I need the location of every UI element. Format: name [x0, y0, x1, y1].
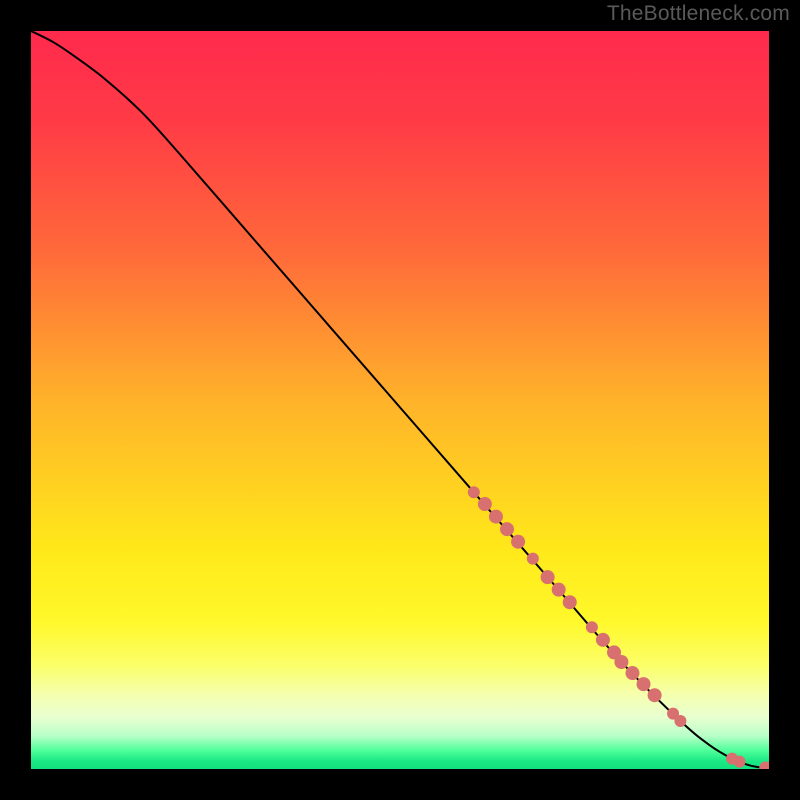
data-point	[637, 677, 651, 691]
data-point	[648, 688, 662, 702]
chart-svg	[31, 31, 769, 769]
data-point	[563, 595, 577, 609]
data-point	[489, 510, 503, 524]
data-point	[468, 486, 480, 498]
data-point	[478, 497, 492, 511]
data-point	[596, 633, 610, 647]
data-point	[511, 535, 525, 549]
chart-background	[31, 31, 769, 769]
data-point	[614, 655, 628, 669]
chart-frame: TheBottleneck.com	[0, 0, 800, 800]
data-point	[674, 715, 686, 727]
data-point	[500, 522, 514, 536]
watermark-label: TheBottleneck.com	[607, 2, 790, 26]
data-point	[552, 583, 566, 597]
data-point	[586, 621, 598, 633]
plot-area	[31, 31, 769, 769]
data-point	[541, 570, 555, 584]
data-point	[733, 756, 745, 768]
data-point	[527, 553, 539, 565]
data-point	[625, 666, 639, 680]
